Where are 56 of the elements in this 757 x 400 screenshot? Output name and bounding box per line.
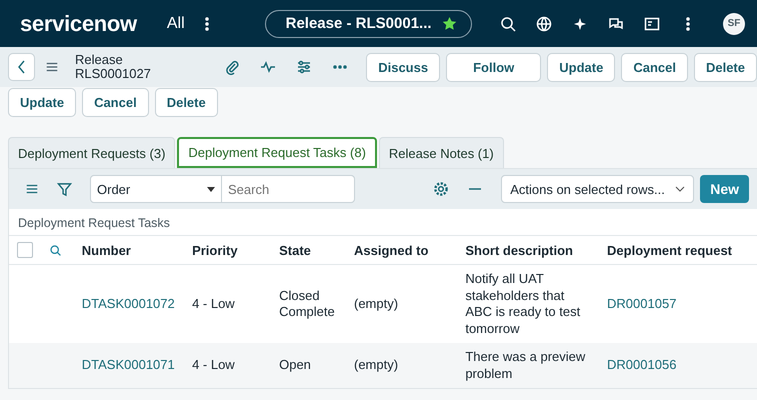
action-button[interactable]: Cancel xyxy=(621,52,688,82)
table-cell: (empty) xyxy=(354,296,398,311)
record-number: RLS0001027 xyxy=(75,67,151,81)
action-button[interactable]: Delete xyxy=(154,88,218,117)
table-cell: There was a preview problem xyxy=(465,349,586,380)
tab[interactable]: Deployment Requests (3) xyxy=(8,137,176,168)
actions-select[interactable]: Actions on selected rows... xyxy=(501,175,694,203)
column-header[interactable]: Short description xyxy=(457,236,600,264)
action-button[interactable]: Update xyxy=(8,88,76,117)
context-pill[interactable]: Release - RLS0001... xyxy=(264,10,472,38)
column-header[interactable]: Deployment request xyxy=(599,236,757,264)
paperclip-icon[interactable] xyxy=(224,59,240,75)
caret-icon xyxy=(207,186,215,192)
table-cell: 4 - Low xyxy=(192,357,235,372)
action-button[interactable]: Discuss xyxy=(366,52,440,82)
table-cell: Notify all UAT stakeholders that ABC is ready to test tomorrow xyxy=(465,271,580,336)
sliders-icon[interactable] xyxy=(296,59,312,75)
tab[interactable]: Release Notes (1) xyxy=(378,137,504,168)
list-title: Deployment Request Tasks xyxy=(9,209,757,236)
record-link[interactable]: DR0001056 xyxy=(607,357,676,372)
column-header[interactable]: Number xyxy=(74,236,184,264)
back-button[interactable] xyxy=(8,53,35,81)
action-button[interactable]: Delete xyxy=(694,52,757,82)
filter-icon[interactable] xyxy=(57,182,72,196)
record-type: Release xyxy=(75,53,124,67)
column-header[interactable]: Priority xyxy=(184,236,272,264)
action-button[interactable]: Update xyxy=(547,52,616,82)
search-field[interactable]: Search xyxy=(222,175,355,203)
activity-icon[interactable] xyxy=(260,59,276,75)
chevron-left-icon xyxy=(16,60,26,74)
new-button[interactable]: New xyxy=(700,175,749,203)
select-all-checkbox[interactable] xyxy=(17,242,33,258)
record-link[interactable]: DR0001057 xyxy=(607,296,676,311)
user-avatar[interactable]: SF xyxy=(723,12,745,34)
menu-icon[interactable] xyxy=(25,182,39,196)
action-button[interactable]: Follow xyxy=(446,52,542,82)
chat-icon[interactable] xyxy=(608,16,624,32)
servicenow-logo[interactable]: servicenow xyxy=(20,10,137,36)
tab[interactable]: Deployment Request Tasks (8) xyxy=(177,137,377,168)
table-cell: Open xyxy=(279,357,311,372)
table-cell: (empty) xyxy=(354,357,398,372)
menu-icon[interactable] xyxy=(45,60,59,74)
column-header[interactable]: State xyxy=(271,236,346,264)
field-select[interactable]: Order xyxy=(90,175,222,203)
star-icon[interactable] xyxy=(442,16,457,31)
search-icon[interactable] xyxy=(500,16,516,32)
column-header[interactable]: Assigned to xyxy=(346,236,458,264)
table-cell: 4 - Low xyxy=(192,296,235,311)
globe-icon[interactable] xyxy=(536,16,552,32)
all-menu[interactable]: All xyxy=(166,14,185,32)
record-link[interactable]: DTASK0001072 xyxy=(82,296,175,311)
action-button[interactable]: Cancel xyxy=(82,88,149,117)
screen-icon[interactable] xyxy=(644,16,660,32)
table-cell: Closed Complete xyxy=(279,288,335,319)
settings-icon[interactable] xyxy=(433,181,450,197)
chevron-down-icon xyxy=(675,186,686,192)
